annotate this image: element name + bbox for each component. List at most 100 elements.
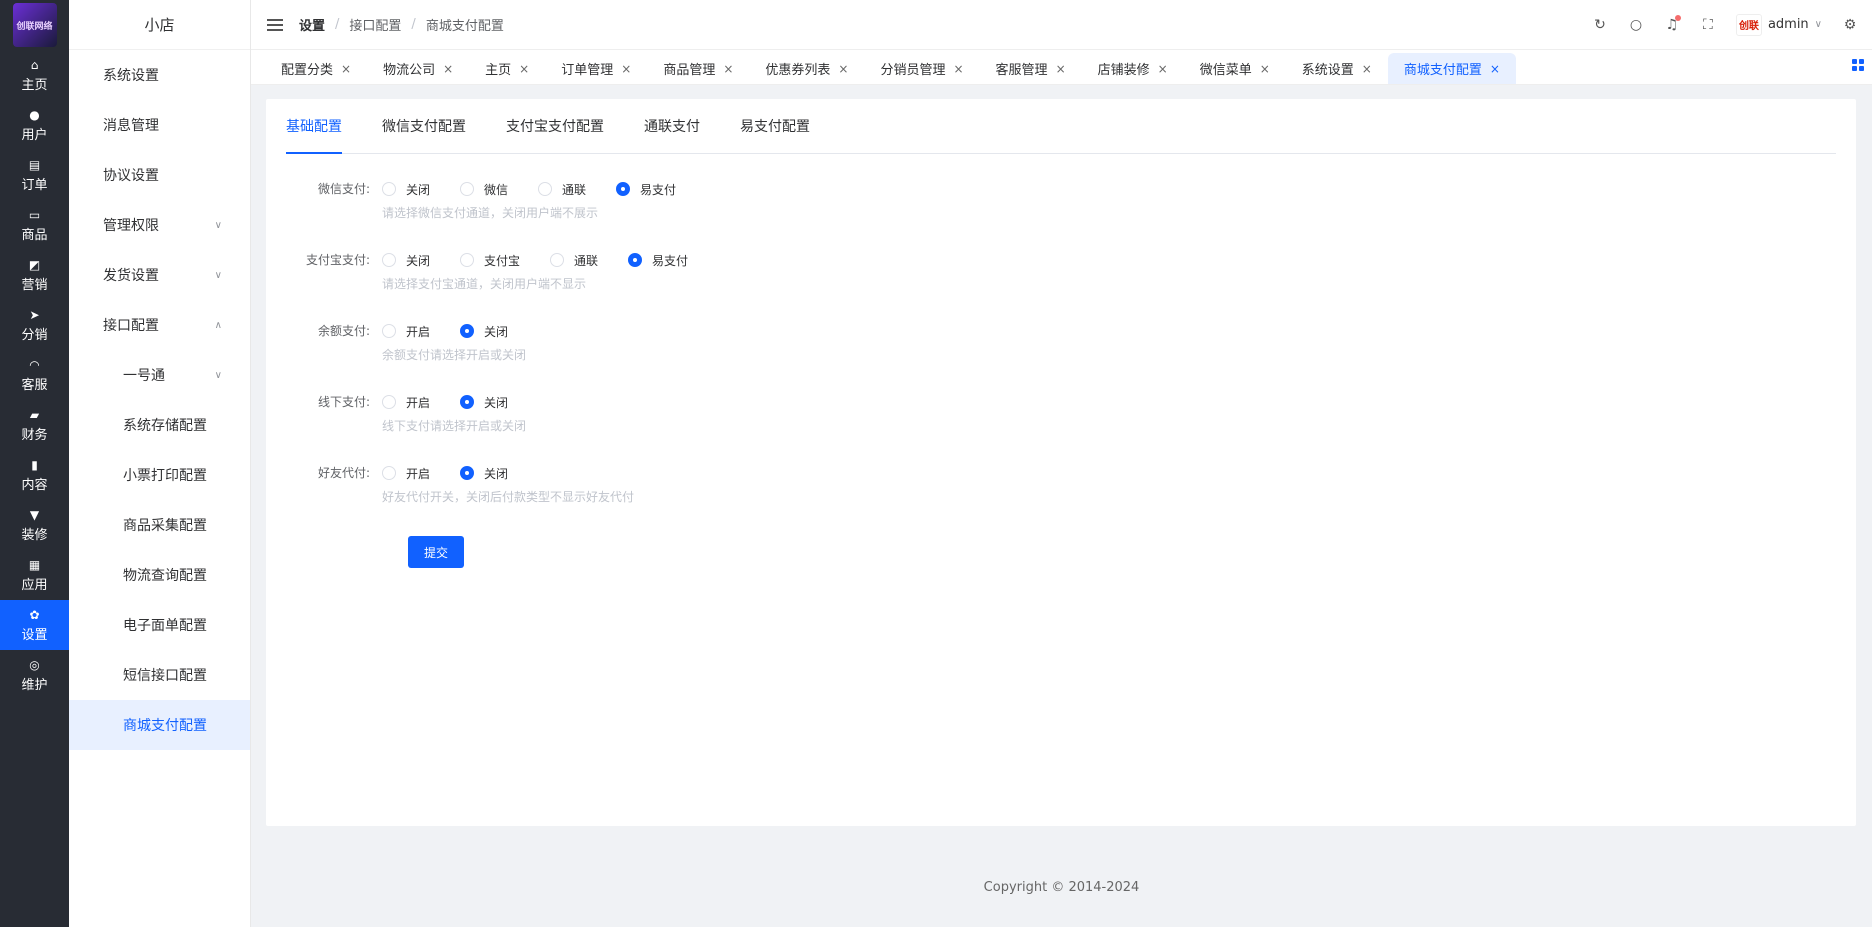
- close-icon[interactable]: ×: [1362, 62, 1372, 76]
- submenu-item[interactable]: 一号通 ∨: [69, 350, 250, 400]
- rail-icon: ▼: [29, 507, 40, 522]
- rail-item-8[interactable]: ▮ 内容: [0, 450, 69, 500]
- close-icon[interactable]: ×: [519, 62, 529, 76]
- submenu-item[interactable]: 商城支付配置: [69, 700, 250, 750]
- radio-option[interactable]: 开启: [382, 465, 430, 482]
- radio-group: 开启 关闭: [382, 463, 634, 483]
- submenu-item[interactable]: 商品采集配置: [69, 500, 250, 550]
- submenu-item[interactable]: 接口配置 ∧: [69, 300, 250, 350]
- config-tab[interactable]: 微信支付配置: [382, 98, 466, 153]
- radio-option[interactable]: 关闭: [460, 465, 508, 482]
- radio-option[interactable]: 易支付: [628, 252, 688, 269]
- tab-item[interactable]: 优惠券列表 ×: [749, 53, 864, 84]
- brand-logo[interactable]: 创联网络: [0, 0, 69, 50]
- close-icon[interactable]: ×: [443, 62, 453, 76]
- radio-option[interactable]: 通联: [550, 252, 598, 269]
- rail-icon: ✿: [29, 607, 40, 622]
- submenu-item[interactable]: 系统设置: [69, 50, 250, 100]
- submenu-item[interactable]: 物流查询配置: [69, 550, 250, 600]
- radio-option[interactable]: 关闭: [382, 252, 430, 269]
- tab-item[interactable]: 微信菜单 ×: [1184, 53, 1286, 84]
- radio-option[interactable]: 易支付: [616, 181, 676, 198]
- close-icon[interactable]: ×: [723, 62, 733, 76]
- config-tab[interactable]: 基础配置: [286, 98, 342, 154]
- radio-option[interactable]: 通联: [538, 181, 586, 198]
- rail-icon: ▭: [28, 207, 41, 222]
- breadcrumb-item[interactable]: 设置: [299, 15, 325, 34]
- rail-item-3[interactable]: ▭ 商品: [0, 200, 69, 250]
- search-icon[interactable]: ○: [1628, 17, 1644, 33]
- submenu-item[interactable]: 系统存储配置: [69, 400, 250, 450]
- fullscreen-icon[interactable]: ⛶: [1700, 17, 1716, 33]
- radio-option[interactable]: 关闭: [460, 394, 508, 411]
- tab-label: 订单管理: [561, 63, 614, 78]
- radio-label: 关闭: [484, 466, 509, 481]
- submenu-item[interactable]: 管理权限 ∨: [69, 200, 250, 250]
- tab-item[interactable]: 系统设置 ×: [1286, 53, 1388, 84]
- form-row: 线下支付: 开启 关闭 线下支付请选择开启或关闭: [286, 392, 718, 463]
- radio-option[interactable]: 支付宝: [460, 252, 520, 269]
- config-tab[interactable]: 通联支付: [644, 98, 700, 153]
- rail-item-11[interactable]: ✿ 设置: [0, 600, 69, 650]
- rail-item-4[interactable]: ◩ 营销: [0, 250, 69, 300]
- close-icon[interactable]: ×: [621, 62, 631, 76]
- refresh-icon[interactable]: ↻: [1592, 17, 1608, 33]
- tab-item[interactable]: 订单管理 ×: [545, 53, 647, 84]
- close-icon[interactable]: ×: [1158, 62, 1168, 76]
- tab-item[interactable]: 配置分类 ×: [265, 53, 367, 84]
- radio-option[interactable]: 微信: [460, 181, 508, 198]
- submenu-item[interactable]: 消息管理: [69, 100, 250, 150]
- breadcrumb-item[interactable]: 接口配置: [349, 15, 401, 34]
- radio-label: 易支付: [640, 182, 677, 197]
- rail-item-1[interactable]: ● 用户: [0, 100, 69, 150]
- rail-item-9[interactable]: ▼ 装修: [0, 500, 69, 550]
- menu-toggle-icon[interactable]: [267, 18, 283, 31]
- tab-item[interactable]: 商品管理 ×: [647, 53, 749, 84]
- field-label: 线下支付:: [317, 395, 370, 409]
- tab-item[interactable]: 主页 ×: [469, 53, 545, 84]
- tab-item[interactable]: 店铺装修 ×: [1082, 53, 1184, 84]
- tab-label: 客服管理: [995, 63, 1048, 78]
- rail-item-12[interactable]: ◎ 维护: [0, 650, 69, 700]
- radio-option[interactable]: 开启: [382, 323, 430, 340]
- close-icon[interactable]: ×: [341, 62, 351, 76]
- tab-item[interactable]: 物流公司 ×: [367, 53, 469, 84]
- close-icon[interactable]: ×: [1260, 62, 1270, 76]
- submenu-item[interactable]: 电子面单配置: [69, 600, 250, 650]
- radio-option[interactable]: 关闭: [382, 181, 430, 198]
- close-icon[interactable]: ×: [1056, 62, 1066, 76]
- settings-gear-icon[interactable]: ⚙: [1842, 17, 1858, 33]
- config-tab[interactable]: 支付宝支付配置: [506, 98, 604, 153]
- radio-option[interactable]: 关闭: [460, 323, 508, 340]
- rail-item-7[interactable]: ▰ 财务: [0, 400, 69, 450]
- bell-icon[interactable]: ♫: [1664, 14, 1681, 33]
- close-icon[interactable]: ×: [1490, 62, 1500, 76]
- tab-item[interactable]: 客服管理 ×: [980, 53, 1082, 84]
- radio-option[interactable]: 开启: [382, 394, 430, 411]
- submenu-item[interactable]: 发货设置 ∨: [69, 250, 250, 300]
- tabs-grid-icon[interactable]: [1852, 59, 1864, 71]
- rail-item-5[interactable]: ➤ 分销: [0, 300, 69, 350]
- radio-label: 关闭: [484, 395, 509, 410]
- submenu-item-label: 发货设置: [103, 268, 159, 284]
- tab-label: 商城支付配置: [1403, 63, 1482, 78]
- rail-item-2[interactable]: ▤ 订单: [0, 150, 69, 200]
- submit-button[interactable]: 提交: [408, 536, 464, 568]
- submenu-item[interactable]: 小票打印配置: [69, 450, 250, 500]
- config-tab[interactable]: 易支付配置: [740, 98, 810, 153]
- rail-item-10[interactable]: ▦ 应用: [0, 550, 69, 600]
- tab-item[interactable]: 分销员管理 ×: [864, 53, 979, 84]
- radio-label: 开启: [406, 395, 431, 410]
- chevron-down-icon: ∨: [1814, 19, 1822, 30]
- submenu-item-label: 管理权限: [103, 218, 159, 234]
- rail-item-6[interactable]: ◠ 客服: [0, 350, 69, 400]
- form-row: 支付宝支付: 关闭 支付宝 通联 易支付 请选择支付宝通道，关闭用户端不显示: [286, 250, 718, 321]
- submenu-item[interactable]: 协议设置: [69, 150, 250, 200]
- close-icon[interactable]: ×: [838, 62, 848, 76]
- rail-item-0[interactable]: ⌂ 主页: [0, 50, 69, 100]
- submenu-item[interactable]: 短信接口配置: [69, 650, 250, 700]
- close-icon[interactable]: ×: [953, 62, 963, 76]
- radio-circle-icon: [616, 182, 631, 196]
- tab-item[interactable]: 商城支付配置 ×: [1387, 53, 1516, 84]
- user-menu[interactable]: 创联 admin ∨: [1735, 13, 1822, 36]
